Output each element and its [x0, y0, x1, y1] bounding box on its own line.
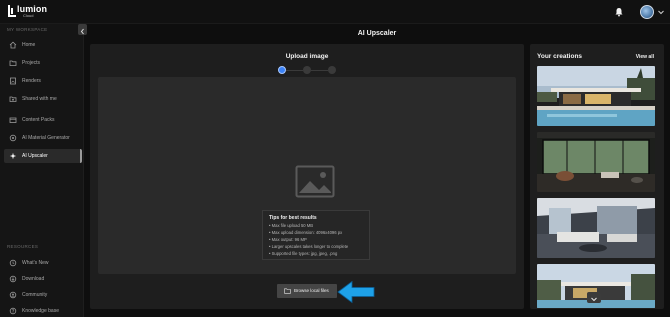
- sidebar-item-knowledge-base[interactable]: Knowledge base: [4, 304, 82, 317]
- tip-item: • Max upload dimension: 4096x4096 px: [269, 230, 343, 235]
- page-title: AI Upscaler: [357, 30, 397, 37]
- interior-lounge-image: [537, 198, 655, 258]
- sidebar-item-label: AI Upscaler: [22, 153, 48, 159]
- chevron-down-icon: [658, 10, 664, 15]
- download-icon: [9, 275, 17, 283]
- step-2: [303, 66, 311, 74]
- sidebar-item-community[interactable]: Community: [4, 288, 82, 302]
- creations-title: Your creations: [537, 53, 583, 60]
- sidebar-item-label: Content Packs: [22, 117, 55, 123]
- chevron-left-icon: [80, 28, 84, 35]
- sidebar-item-label: Community: [22, 292, 48, 298]
- collapse-sidebar-button[interactable]: [78, 24, 87, 35]
- tip-item: • Max file upload 50 MB: [269, 223, 314, 228]
- logo-subtext: Cloud: [23, 13, 34, 18]
- shared-folder-icon: [9, 96, 17, 102]
- knowledge-base-icon: [9, 307, 17, 315]
- browse-local-files-button[interactable]: Browse local files: [277, 284, 337, 298]
- image-placeholder-icon: [295, 165, 335, 198]
- sidebar-item-label: What's New: [22, 260, 49, 266]
- pointer-arrow-icon: [337, 280, 375, 304]
- sidebar-item-whats-new[interactable]: What's New: [4, 256, 82, 270]
- logo-mark-icon: [8, 5, 16, 17]
- sidebar-item-ai-material-generator[interactable]: AI Material Generator: [4, 131, 82, 145]
- material-generator-icon: [9, 134, 17, 142]
- user-menu[interactable]: [640, 5, 666, 19]
- sidebar-item-label: Renders: [22, 78, 41, 84]
- step-connector: [286, 70, 303, 71]
- upload-panel: Upload image Tips for best results • Max…: [90, 44, 524, 309]
- sidebar-item-label: Shared with me: [22, 96, 57, 102]
- step-indicator: [278, 65, 336, 75]
- chevron-down-icon: [591, 297, 597, 302]
- resources-section-label: RESOURCES: [7, 244, 39, 249]
- home-icon: [9, 41, 17, 49]
- creations-panel: Your creations View all: [530, 44, 664, 309]
- renders-icon: [10, 77, 16, 85]
- step-3: [328, 66, 336, 74]
- sparkle-icon: [9, 152, 17, 160]
- tips-box: Tips for best results • Max file upload …: [262, 210, 370, 260]
- sidebar-item-renders[interactable]: Renders: [4, 74, 82, 88]
- browse-button-label: Browse local files: [294, 288, 329, 293]
- villa-exterior-image: [537, 66, 655, 126]
- sidebar-item-label: Projects: [22, 60, 41, 66]
- tip-item: • Max output: 96 MP: [269, 237, 307, 242]
- interior-living-image: [537, 132, 655, 192]
- sidebar: MY WORKSPACE Home Projects Renders Share…: [0, 24, 84, 317]
- step-1: [278, 66, 286, 74]
- sidebar-item-ai-upscaler[interactable]: AI Upscaler: [4, 149, 82, 163]
- sidebar-item-label: Download: [22, 276, 45, 282]
- folder-icon: [9, 60, 17, 66]
- notification-bell-icon[interactable]: [614, 7, 624, 17]
- content-packs-icon: [9, 117, 17, 123]
- creation-thumbnail[interactable]: [537, 66, 655, 126]
- creation-thumbnail[interactable]: [537, 132, 655, 192]
- sidebar-item-download[interactable]: Download: [4, 272, 82, 286]
- upload-title: Upload image: [285, 53, 329, 60]
- workspace-section-label: MY WORKSPACE: [7, 27, 48, 32]
- sidebar-item-content-packs[interactable]: Content Packs: [4, 113, 82, 127]
- tip-item: • Larger upscales takes longer to comple…: [269, 244, 349, 249]
- sidebar-item-home[interactable]: Home: [4, 38, 82, 52]
- sidebar-item-label: Knowledge base: [22, 308, 59, 314]
- tips-title: Tips for best results: [269, 215, 317, 221]
- sidebar-item-label: Home: [22, 42, 36, 48]
- tip-item: • Supported file types: jpg, jpeg, .png: [269, 251, 338, 256]
- creation-thumbnail[interactable]: [537, 198, 655, 258]
- step-connector: [311, 70, 328, 71]
- avatar: [640, 5, 654, 19]
- sidebar-item-label: AI Material Generator: [22, 135, 70, 141]
- folder-icon: [284, 288, 291, 294]
- lumion-logo[interactable]: lumion Cloud: [8, 4, 48, 20]
- sidebar-item-projects[interactable]: Projects: [4, 56, 82, 70]
- whats-new-icon: [9, 259, 17, 267]
- image-dropzone[interactable]: Tips for best results • Max file upload …: [98, 77, 516, 274]
- top-bar: lumion Cloud: [0, 0, 670, 24]
- view-all-link[interactable]: View all: [636, 54, 654, 60]
- community-icon: [9, 291, 17, 299]
- sidebar-item-shared-with-me[interactable]: Shared with me: [4, 92, 82, 106]
- scroll-down-button[interactable]: [587, 292, 601, 303]
